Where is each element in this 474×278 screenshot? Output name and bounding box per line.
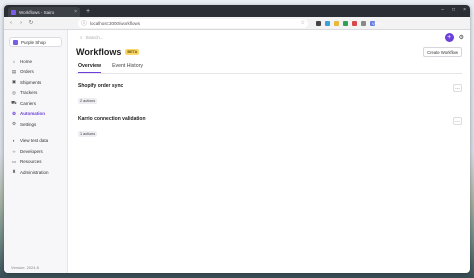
version-text: Version: 2024.8 [11, 265, 39, 270]
workflow-list: Shopify order sync 2 actions … Karrio co… [76, 78, 462, 144]
trackers-icon: ◎ [12, 89, 16, 95]
favicon-icon [11, 9, 16, 15]
shop-logo-icon [13, 39, 18, 45]
tab-event-history[interactable]: Event History [112, 60, 143, 73]
extension-icon[interactable] [343, 20, 348, 26]
orders-icon: ▤ [11, 68, 17, 74]
sidebar-item-resources[interactable]: ▭ Resources [4, 157, 67, 168]
sidebar-item-settings[interactable]: ⚙ Settings [4, 119, 67, 130]
forward-icon[interactable]: › [18, 20, 24, 26]
shield-icon[interactable] [316, 20, 321, 26]
vpn-badge[interactable]: VPN [370, 20, 380, 26]
home-icon: ⌂ [12, 58, 16, 64]
search-box[interactable]: ⌕ Search... [80, 35, 104, 40]
carriers-icon: ⛟ [11, 99, 17, 105]
shipments-icon: ▣ [11, 79, 17, 85]
code-icon: ‹› [12, 148, 16, 154]
address-bar[interactable]: ⓘ localhost:3000/workflows ☆ [78, 18, 308, 28]
sidebar-item-automation[interactable]: ⚙ Automation [4, 109, 67, 120]
page-title: Workflows [76, 47, 122, 57]
shop-selector[interactable]: Purple Shop [9, 37, 62, 47]
bookmark-icon[interactable]: ☆ [301, 20, 305, 26]
sidebar-item-label: Developers [20, 148, 43, 154]
url-actions: ☆ [301, 20, 305, 26]
page-header: Workflows BETA Create Workflow [76, 47, 462, 57]
sidebar-item-trackers[interactable]: ◎ Trackers [4, 88, 67, 99]
workflow-title[interactable]: Shopify order sync [78, 83, 453, 89]
more-options-button[interactable]: … [453, 117, 462, 125]
minimize-button[interactable]: – [441, 7, 444, 13]
workflow-title[interactable]: Karrio connection validation [78, 116, 453, 122]
reload-icon[interactable]: ↻ [28, 20, 34, 26]
page-content: Workflows BETA Create Workflow Overview … [68, 44, 470, 144]
sidebar-item-shipments[interactable]: ▣ Shipments [4, 77, 67, 88]
sidebar-item-home[interactable]: ⌂ Home [4, 56, 67, 67]
page-tabs: Overview Event History [76, 60, 462, 74]
create-button[interactable]: + [444, 32, 454, 42]
toggle-icon: ◐ [12, 138, 16, 144]
window-controls: – □ × [441, 7, 466, 13]
sidebar-item-label: Automation [20, 111, 45, 117]
gear-icon[interactable]: ⚙ [459, 34, 464, 41]
sidebar: Purple Shop ⌂ Home ▤ Orders ▣ Shipments … [4, 30, 68, 273]
book-icon: ▭ [11, 158, 17, 164]
new-tab-button[interactable]: + [86, 7, 90, 16]
browser-toolbar: ‹ › ↻ ⓘ localhost:3000/workflows ☆ VPN [4, 17, 470, 30]
sidebar-item-view-test-data[interactable]: ◐ View test data [4, 136, 67, 147]
sidebar-item-orders[interactable]: ▤ Orders [4, 67, 67, 78]
beta-badge: BETA [125, 49, 140, 55]
list-item[interactable]: Karrio connection validation 1 actions … [76, 111, 462, 144]
search-input[interactable]: Search... [86, 35, 104, 40]
sidebar-item-administration[interactable]: ♜ Administration [4, 167, 67, 178]
back-icon[interactable]: ‹ [8, 20, 14, 26]
puzzle-icon[interactable] [361, 20, 366, 26]
automation-icon: ⚙ [11, 110, 17, 116]
search-icon: ⌕ [80, 34, 83, 40]
sidebar-item-label: Orders [20, 69, 34, 75]
sidebar-item-label: Administration [20, 169, 49, 175]
sidebar-item-label: Settings [20, 121, 37, 127]
browser-window: Workflows - Sairo × + – □ × ‹ › ↻ ⓘ loca… [4, 5, 470, 273]
actions-count-badge: 2 actions [78, 98, 98, 104]
tab-close-icon[interactable]: × [74, 9, 77, 15]
tab-title: Workflows - Sairo [19, 9, 55, 15]
sidebar-item-label: Home [20, 58, 33, 64]
top-actions: + ⚙ [444, 32, 464, 42]
extension-icon[interactable] [334, 20, 339, 26]
create-workflow-button[interactable]: Create Workflow [423, 47, 462, 57]
workflow-info: Karrio connection validation 1 actions [78, 116, 453, 140]
more-options-button[interactable]: … [453, 84, 462, 92]
top-bar: ⌕ Search... + ⚙ [68, 30, 470, 44]
actions-count-badge: 1 actions [78, 131, 98, 137]
sidebar-item-label: Resources [20, 159, 42, 165]
url-text[interactable]: localhost:3000/workflows [90, 21, 140, 26]
main-content: ⌕ Search... + ⚙ Workflows BETA Create Wo… [68, 30, 470, 273]
settings-icon: ⚙ [11, 121, 17, 127]
sidebar-item-label: Shipments [20, 79, 42, 85]
tab-strip: Workflows - Sairo × + – □ × [4, 5, 470, 17]
sidebar-item-developers[interactable]: ‹› Developers [4, 146, 67, 157]
extension-icon[interactable] [352, 20, 357, 26]
list-item[interactable]: Shopify order sync 2 actions … [76, 78, 462, 111]
app: Purple Shop ⌂ Home ▤ Orders ▣ Shipments … [4, 30, 470, 273]
browser-tab[interactable]: Workflows - Sairo × [8, 7, 80, 17]
sidebar-item-label: Carriers [20, 100, 37, 106]
workflow-info: Shopify order sync 2 actions [78, 83, 453, 107]
close-window-button[interactable]: × [463, 7, 466, 13]
site-info-icon[interactable]: ⓘ [81, 19, 87, 27]
sidebar-item-label: View test data [20, 138, 49, 144]
extension-icon[interactable] [325, 20, 330, 26]
admin-icon: ♜ [11, 169, 17, 175]
sidebar-item-label: Trackers [20, 90, 38, 96]
maximize-button[interactable]: □ [452, 7, 455, 13]
sidebar-nav: ⌂ Home ▤ Orders ▣ Shipments ◎ Trackers ⛟ [4, 56, 67, 178]
sidebar-item-carriers[interactable]: ⛟ Carriers [4, 98, 67, 109]
tab-overview[interactable]: Overview [78, 60, 102, 73]
extensions-bar: VPN [316, 20, 380, 26]
shop-name: Purple Shop [21, 39, 46, 45]
